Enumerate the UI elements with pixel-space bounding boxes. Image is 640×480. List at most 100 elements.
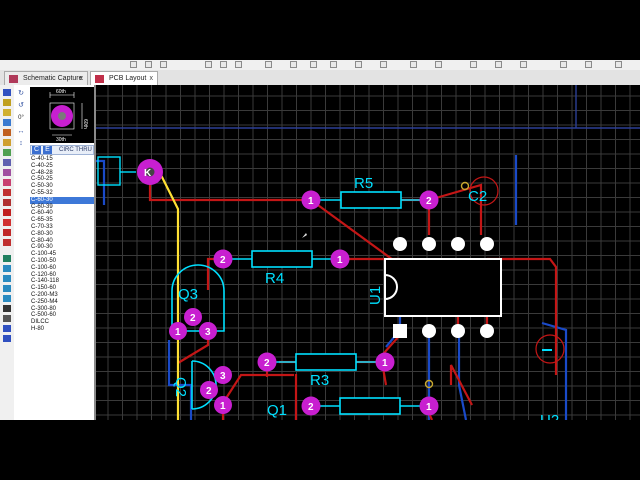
line-tool-icon[interactable] <box>3 255 11 262</box>
path-tool-icon[interactable] <box>3 295 11 302</box>
package-list-item[interactable]: C-60-39 <box>30 204 94 211</box>
close-icon[interactable]: x <box>80 72 84 86</box>
pad-q2-2[interactable]: 2 <box>200 381 218 399</box>
rotate-ccw-icon[interactable]: ↺ <box>16 101 26 111</box>
mode-button-e[interactable]: E <box>43 146 52 154</box>
toolbar-tool-icon[interactable] <box>130 61 137 68</box>
toolbar-tool-icon[interactable] <box>310 61 317 68</box>
package-list-item[interactable]: C-300-80 <box>30 306 94 313</box>
pad-k[interactable]: K <box>137 159 163 185</box>
select-tool-icon[interactable] <box>3 89 11 96</box>
package-list-item[interactable]: C-100-50 <box>30 258 94 265</box>
pad-r2-1[interactable]: 1 <box>419 396 439 416</box>
package-list-item[interactable]: C-100-45 <box>30 251 94 258</box>
toolbar-tool-icon[interactable] <box>235 61 242 68</box>
package-list-item[interactable]: C-60-40 <box>30 210 94 217</box>
pad-q3-1[interactable]: 1 <box>169 322 187 340</box>
toolbar-tool-icon[interactable] <box>330 61 337 68</box>
package-list-item[interactable]: C-40-25 <box>30 163 94 170</box>
pad-r3-2[interactable]: 2 <box>257 352 277 372</box>
package-list-item[interactable]: DILCC <box>30 319 94 326</box>
toolbar-tool-icon[interactable] <box>145 61 152 68</box>
toolbar-tool-icon[interactable] <box>205 61 212 68</box>
package-list-item[interactable]: C-80-30 <box>30 231 94 238</box>
dimension-tool-icon[interactable] <box>3 335 11 342</box>
package-list-item[interactable]: C-200-M3 <box>30 292 94 299</box>
symbol-tool-icon[interactable] <box>3 315 11 322</box>
package-list-item[interactable]: C-70-33 <box>30 224 94 231</box>
rotate-cw-icon[interactable]: ↻ <box>16 89 26 99</box>
package-list-item[interactable]: C-60-30 <box>30 196 94 204</box>
ic-u1-pins-top[interactable] <box>393 237 494 251</box>
toolbar-tool-icon[interactable] <box>265 61 272 68</box>
mirror-vertical-icon[interactable]: ↕ <box>16 139 26 149</box>
toolbar-tool-icon[interactable] <box>615 61 622 68</box>
package-list-item[interactable]: H-80 <box>30 326 94 333</box>
ratsnest-tool-icon[interactable] <box>3 149 11 156</box>
package-list-item[interactable]: C-250-M4 <box>30 299 94 306</box>
toolbar-tool-icon[interactable] <box>290 61 297 68</box>
tab-schematic-capture[interactable]: Schematic Capture x <box>4 71 88 85</box>
track-tool-icon[interactable] <box>3 119 11 126</box>
package-list-item[interactable]: C-48-28 <box>30 170 94 177</box>
pad-q2-1[interactable]: 1 <box>214 396 232 414</box>
package-list-item[interactable]: C-50-25 <box>30 176 94 183</box>
pad-stack-icon[interactable] <box>3 239 11 246</box>
ic-u1-pins-bottom[interactable] <box>393 324 494 338</box>
toolbar-tool-icon[interactable] <box>495 61 502 68</box>
package-list-item[interactable]: C-140-118 <box>30 278 94 285</box>
tab-pcb-layout[interactable]: PCB Layout x <box>90 71 158 85</box>
package-list-item[interactable]: C-80-40 <box>30 238 94 245</box>
rotation-angle[interactable]: 0° <box>16 113 26 123</box>
package-list-item[interactable]: C-55-32 <box>30 190 94 197</box>
pad-r4-2[interactable]: 2 <box>213 249 233 269</box>
close-icon[interactable]: x <box>150 72 154 86</box>
marker-tool-icon[interactable] <box>3 325 11 332</box>
package-list-item[interactable]: C-65-35 <box>30 217 94 224</box>
pad-q3-2[interactable]: 2 <box>184 308 202 326</box>
toolbar-tool-icon[interactable] <box>585 61 592 68</box>
pcb-canvas[interactable]: K R5 1 2 C2 R4 2 1 U1 Q3 1 2 3 Q2 3 2 1 … <box>96 85 640 420</box>
pad-r2-2[interactable]: 2 <box>301 396 321 416</box>
toolbar-tool-icon[interactable] <box>435 61 442 68</box>
package-list-item[interactable]: C-40-15 <box>30 156 94 163</box>
pad-r4-1[interactable]: 1 <box>330 249 350 269</box>
text-tool-icon[interactable] <box>3 305 11 312</box>
pad-square-icon[interactable] <box>3 189 11 196</box>
mirror-horizontal-icon[interactable]: ↔ <box>16 127 26 137</box>
component-tool-icon[interactable] <box>3 99 11 106</box>
package-list-item[interactable]: C-100-60 <box>30 265 94 272</box>
zone-tool-icon[interactable] <box>3 139 11 146</box>
toolbar-tool-icon[interactable] <box>380 61 387 68</box>
toolbar-tool-icon[interactable] <box>410 61 417 68</box>
package-list-item[interactable]: C-50-30 <box>30 183 94 190</box>
box-tool-icon[interactable] <box>3 265 11 272</box>
arc-tool-icon[interactable] <box>3 285 11 292</box>
mode-button-c[interactable]: C <box>32 146 41 154</box>
pad-q2-3[interactable]: 3 <box>214 366 232 384</box>
package-list-item[interactable]: C-120-60 <box>30 272 94 279</box>
package-list-item[interactable]: C-90-30 <box>30 244 94 251</box>
pad-r5-1[interactable]: 1 <box>301 190 321 210</box>
package-list-item[interactable]: C-150-60 <box>30 285 94 292</box>
package-list-item[interactable]: C-500-60 <box>30 312 94 319</box>
package-tool-icon[interactable] <box>3 109 11 116</box>
toolbar-tool-icon[interactable] <box>520 61 527 68</box>
pad-dil-icon[interactable] <box>3 199 11 206</box>
pad-r3-1[interactable]: 1 <box>375 352 395 372</box>
pad-smt-icon[interactable] <box>3 219 11 226</box>
pad-polygon-icon[interactable] <box>3 229 11 236</box>
toolbar-tool-icon[interactable] <box>470 61 477 68</box>
pad-round-icon[interactable] <box>3 179 11 186</box>
circle-tool-icon[interactable] <box>3 275 11 282</box>
toolbar-tool-icon[interactable] <box>560 61 567 68</box>
connectivity-tool-icon[interactable] <box>3 159 11 166</box>
toolbar-tool-icon[interactable] <box>160 61 167 68</box>
pad-q3-3[interactable]: 3 <box>199 322 217 340</box>
graph-tool-icon[interactable] <box>3 169 11 176</box>
pad-r5-2[interactable]: 2 <box>419 190 439 210</box>
pad-edge-icon[interactable] <box>3 209 11 216</box>
toolbar-tool-icon[interactable] <box>355 61 362 68</box>
via-tool-icon[interactable] <box>3 129 11 136</box>
toolbar-tool-icon[interactable] <box>220 61 227 68</box>
